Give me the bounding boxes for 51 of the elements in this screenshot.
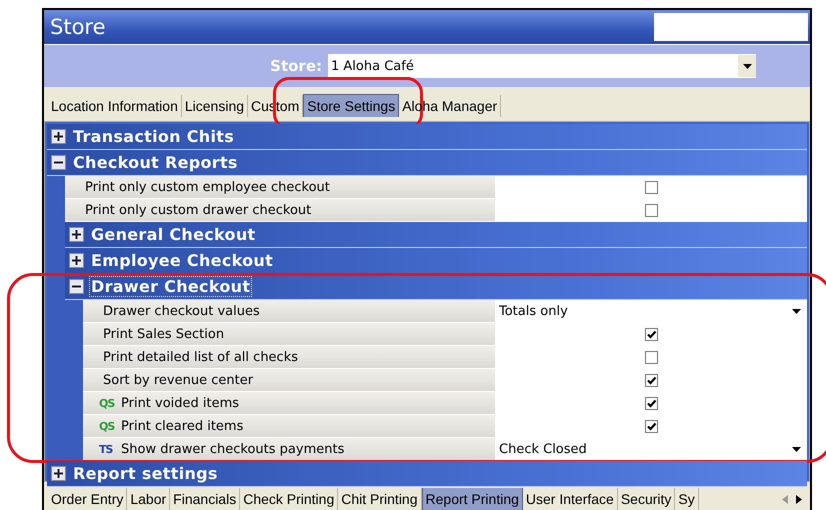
badge-icon: QS bbox=[99, 396, 119, 410]
store-dropdown[interactable]: 1 Aloha Café bbox=[328, 54, 756, 78]
checkbox[interactable] bbox=[644, 396, 658, 410]
setting-label: Print detailed list of all checks bbox=[103, 350, 298, 364]
tab[interactable]: Store Settings bbox=[303, 94, 400, 117]
badge-icon: QS bbox=[99, 420, 119, 432]
dropdown[interactable]: Check Closed bbox=[495, 438, 807, 460]
expand-icon[interactable] bbox=[51, 129, 66, 144]
tab[interactable]: Order Entry bbox=[48, 488, 128, 510]
expand-icon[interactable] bbox=[69, 227, 84, 242]
checkbox[interactable] bbox=[644, 420, 658, 432]
collapse-icon[interactable] bbox=[51, 155, 66, 170]
expand-icon[interactable] bbox=[69, 253, 84, 268]
tab[interactable]: Sy bbox=[675, 488, 699, 510]
setting-label: Sort by revenue center bbox=[103, 372, 254, 388]
tab[interactable]: Licensing bbox=[182, 95, 248, 117]
caret-icon bbox=[792, 446, 801, 452]
setting-label: Drawer checkout values bbox=[103, 304, 260, 318]
setting-label: Print only custom drawer checkout bbox=[85, 202, 312, 218]
dropdown[interactable]: Totals only bbox=[495, 300, 807, 322]
section-header[interactable]: Transaction Chits bbox=[47, 124, 807, 150]
collapse-icon[interactable] bbox=[69, 279, 84, 294]
store-label: Store: bbox=[269, 57, 323, 75]
setting-label: Show drawer checkouts payments bbox=[121, 442, 344, 456]
setting-label: Print cleared items bbox=[121, 418, 244, 434]
checkbox[interactable] bbox=[644, 350, 658, 364]
checkbox[interactable] bbox=[644, 328, 658, 340]
tab[interactable]: Financials bbox=[170, 488, 240, 510]
setting-label: Print voided items bbox=[121, 396, 240, 410]
setting-label: Print Sales Section bbox=[103, 326, 224, 342]
section-header[interactable]: General Checkout bbox=[65, 222, 807, 248]
tab[interactable]: Labor bbox=[127, 488, 170, 510]
tab[interactable]: User Interface bbox=[522, 488, 618, 510]
section-header[interactable]: Drawer Checkout bbox=[65, 274, 807, 300]
tab[interactable]: Report Printing bbox=[422, 488, 523, 510]
caret-icon bbox=[792, 308, 801, 314]
checkbox[interactable] bbox=[644, 180, 658, 194]
checkbox[interactable] bbox=[644, 204, 658, 216]
tab[interactable]: Location Information bbox=[48, 95, 182, 117]
section-header[interactable]: Employee Checkout bbox=[65, 248, 807, 274]
tab[interactable]: Security bbox=[618, 488, 676, 510]
caret-icon bbox=[742, 64, 752, 68]
expand-icon[interactable] bbox=[51, 466, 66, 481]
scroll-right-icon[interactable] bbox=[796, 495, 802, 504]
checkbox[interactable] bbox=[644, 374, 658, 386]
section-header[interactable]: Report settings bbox=[47, 461, 807, 487]
section-header[interactable]: Checkout Reports bbox=[47, 150, 807, 176]
setting-label: Print only custom employee checkout bbox=[85, 180, 330, 194]
window-title: Store bbox=[49, 15, 106, 39]
tab[interactable]: Check Printing bbox=[240, 488, 338, 510]
badge-icon: TS bbox=[99, 442, 119, 456]
